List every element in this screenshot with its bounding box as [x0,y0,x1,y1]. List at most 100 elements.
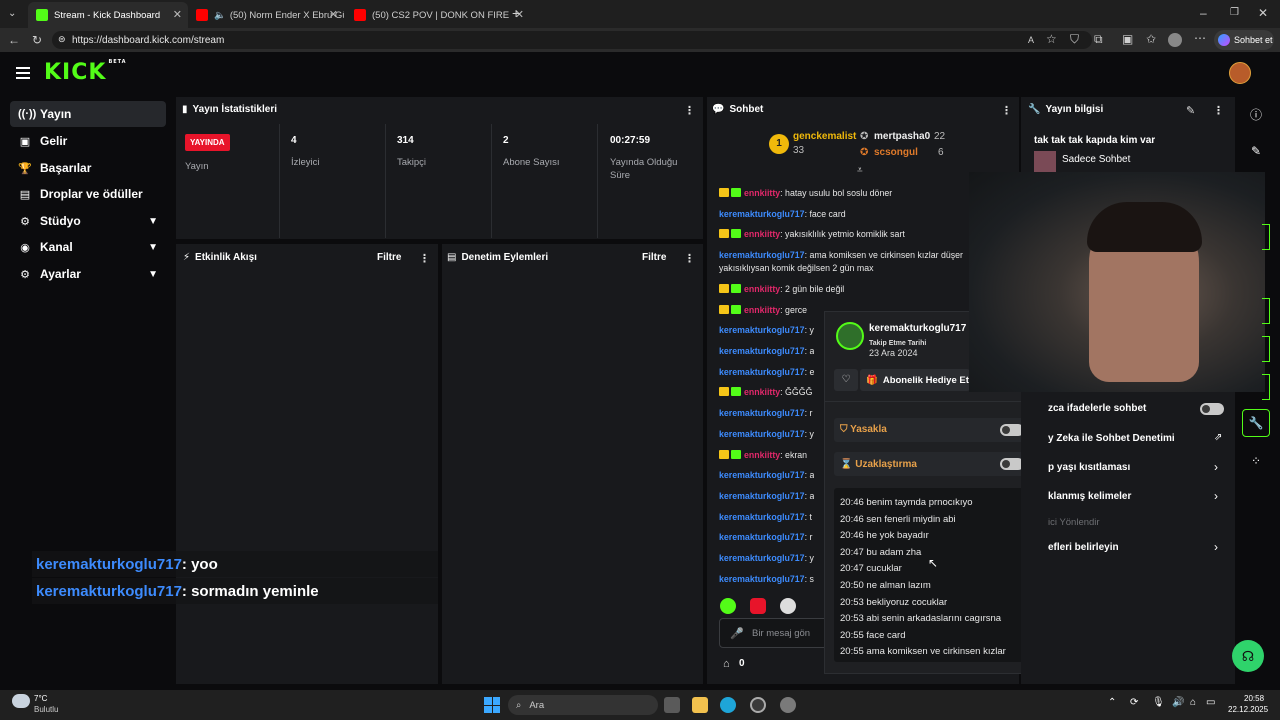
chat-username[interactable]: keremakturkoglu717 [719,553,805,563]
reload-icon[interactable]: ↻ [32,34,42,46]
external-link-icon[interactable]: ⇗ [1214,432,1222,443]
side-toggle-button[interactable] [1262,224,1270,250]
maximize-icon[interactable]: ❐ [1230,7,1239,19]
category-name[interactable]: Sadece Sohbet [1062,154,1130,165]
profile-avatar[interactable] [1168,33,1182,47]
chat-username[interactable]: keremakturkoglu717 [719,408,805,418]
volume-icon[interactable]: 🔊 [1172,697,1184,708]
chat-username[interactable]: keremakturkoglu717 [719,367,805,377]
stats-more-icon[interactable]: ⋮ [684,104,695,117]
chat-more-icon[interactable]: ⋮ [1001,104,1012,117]
settings-gear-icon[interactable] [780,697,796,713]
chat-username[interactable]: keremakturkoglu717 [719,325,805,335]
split-screen-icon[interactable]: ▣ [1122,33,1133,45]
chat-username[interactable]: ennkiitty [744,229,780,239]
set-goals-label[interactable]: efleri belirleyin [1048,542,1119,553]
gift-subscription-button[interactable]: 🎁 Abonelik Hediye Et [860,369,970,391]
chat-username[interactable]: ennkiitty [744,188,780,198]
sync-icon[interactable]: ⟳ [1130,697,1138,708]
emote-icon[interactable] [750,598,766,614]
banned-words-label[interactable]: klanmış kelimeler [1048,491,1131,502]
activity-filter-button[interactable]: Filtre [377,252,401,263]
side-toggle-button[interactable] [1262,336,1270,362]
close-window-icon[interactable]: ✕ [1258,7,1268,19]
chat-username[interactable]: keremakturkoglu717 [719,250,805,260]
chat-username[interactable]: keremakturkoglu717 [719,209,805,219]
leader-name[interactable]: genckemalist [793,131,856,142]
account-age-label[interactable]: p yaşı kısıtlaması [1048,462,1130,473]
chevron-right-icon[interactable]: › [1214,489,1218,503]
file-explorer-icon[interactable] [692,697,708,713]
sidebar-item-yayin[interactable]: ((·)) Yayın [10,101,166,127]
heart-icon[interactable]: ♡ [834,369,858,391]
weather-cloud-icon[interactable] [12,694,30,708]
tab-cs2-pov[interactable]: (50) CS2 POV | DONK ON FIRE ✕ [346,2,530,28]
windows-start-icon[interactable] [484,697,500,713]
extensions-icon[interactable]: ⧉ [1094,33,1103,45]
side-toggle-button[interactable] [1262,374,1270,400]
microphone-icon[interactable]: 🎤 [730,627,744,640]
chat-username[interactable]: ennkiitty [744,387,780,397]
chevron-right-icon[interactable]: › [1214,540,1218,554]
sidebar-item-basarilar[interactable]: 🏆 Başarılar [10,155,166,181]
tray-chevron-icon[interactable]: ⌃ [1108,697,1116,708]
wrench-tool-icon[interactable]: 🔧 [1242,409,1270,437]
kick-logo[interactable]: KICK BETA [44,59,126,85]
activity-more-icon[interactable]: ⋮ [419,252,430,265]
stream-info-more-icon[interactable]: ⋮ [1213,104,1224,117]
clock-date[interactable]: 22.12.2025 [1228,705,1268,714]
user-card-username[interactable]: keremakturkoglu717 [869,323,966,334]
info-icon[interactable]: ⓘ [1242,100,1270,128]
user-avatar[interactable] [1229,62,1251,84]
chevron-right-icon[interactable]: › [1214,460,1218,474]
site-info-icon[interactable]: ⊜ [58,34,66,45]
read-aloud-icon[interactable]: A [1028,34,1034,46]
chat-username[interactable]: keremakturkoglu717 [719,532,805,542]
chat-username[interactable]: ennkiitty [744,284,780,294]
menu-icon[interactable] [16,67,30,79]
moderation-filter-button[interactable]: Filtre [642,252,666,263]
close-tab-icon[interactable]: ✕ [329,8,338,21]
edit-icon[interactable]: ✎ [1186,104,1195,117]
pencil-icon[interactable]: ✎ [1242,137,1270,165]
sidebar-item-studyo[interactable]: ⚙ Stüdyo ▼ [10,208,166,234]
chat-username[interactable]: ennkiitty [744,450,780,460]
store-icon[interactable]: ⌂ [723,658,730,670]
emote-icon[interactable] [780,598,796,614]
emote-only-toggle[interactable] [1200,403,1224,415]
sidebar-item-ayarlar[interactable]: ⚙ Ayarlar ▼ [10,261,166,287]
support-chat-icon[interactable]: ☊ [1232,640,1264,672]
tab-kick-dashboard[interactable]: Stream - Kick Dashboard ✕ [28,2,188,28]
taskbar-search[interactable]: ⌕ Ara [508,695,658,715]
apps-icon[interactable]: ⁘ [1242,447,1270,475]
microphone-tray-icon[interactable]: 🎙 [1152,697,1165,708]
chat-username[interactable]: keremakturkoglu717 [719,346,805,356]
tab-norm-ender[interactable]: 🔈 (50) Norm Ender X Ebru Günde ✕ [188,2,344,28]
moderation-more-icon[interactable]: ⋮ [684,252,695,265]
leader-name[interactable]: mertpasha0 [874,131,930,142]
task-view-icon[interactable] [664,697,680,713]
collections-icon[interactable]: ✩ [1146,33,1156,45]
weather-temp[interactable]: 7°C [34,694,47,703]
clock-time[interactable]: 20:58 [1244,694,1264,703]
sidebar-item-droplar[interactable]: ▤ Droplar ve ödüller [10,181,166,207]
url-input[interactable]: ⊜ https://dashboard.kick.com/stream [52,31,1092,49]
emote-icon[interactable] [720,598,736,614]
new-tab-icon[interactable]: + [512,6,520,20]
battery-icon[interactable]: ▭ [1206,697,1215,708]
close-tab-icon[interactable]: ✕ [173,8,182,21]
chat-username[interactable]: keremakturkoglu717 [719,491,805,501]
shield-icon[interactable]: ⛉ [1070,33,1079,45]
minimize-icon[interactable]: – [1200,7,1207,19]
chat-username[interactable]: keremakturkoglu717 [719,429,805,439]
chat-username[interactable]: keremakturkoglu717 [719,512,805,522]
edge-browser-icon[interactable] [720,697,736,713]
side-toggle-button[interactable] [1262,298,1270,324]
favorite-icon[interactable]: ☆ [1046,33,1057,45]
copilot-button[interactable]: Sohbet et [1214,30,1274,50]
expand-leaderboard-icon[interactable]: ⩡ [857,165,863,176]
chat-username[interactable]: keremakturkoglu717 [719,574,805,584]
network-icon[interactable]: ⌂ [1190,697,1196,708]
more-icon[interactable]: ⋯ [1194,32,1206,44]
back-icon[interactable]: ← [8,34,20,46]
